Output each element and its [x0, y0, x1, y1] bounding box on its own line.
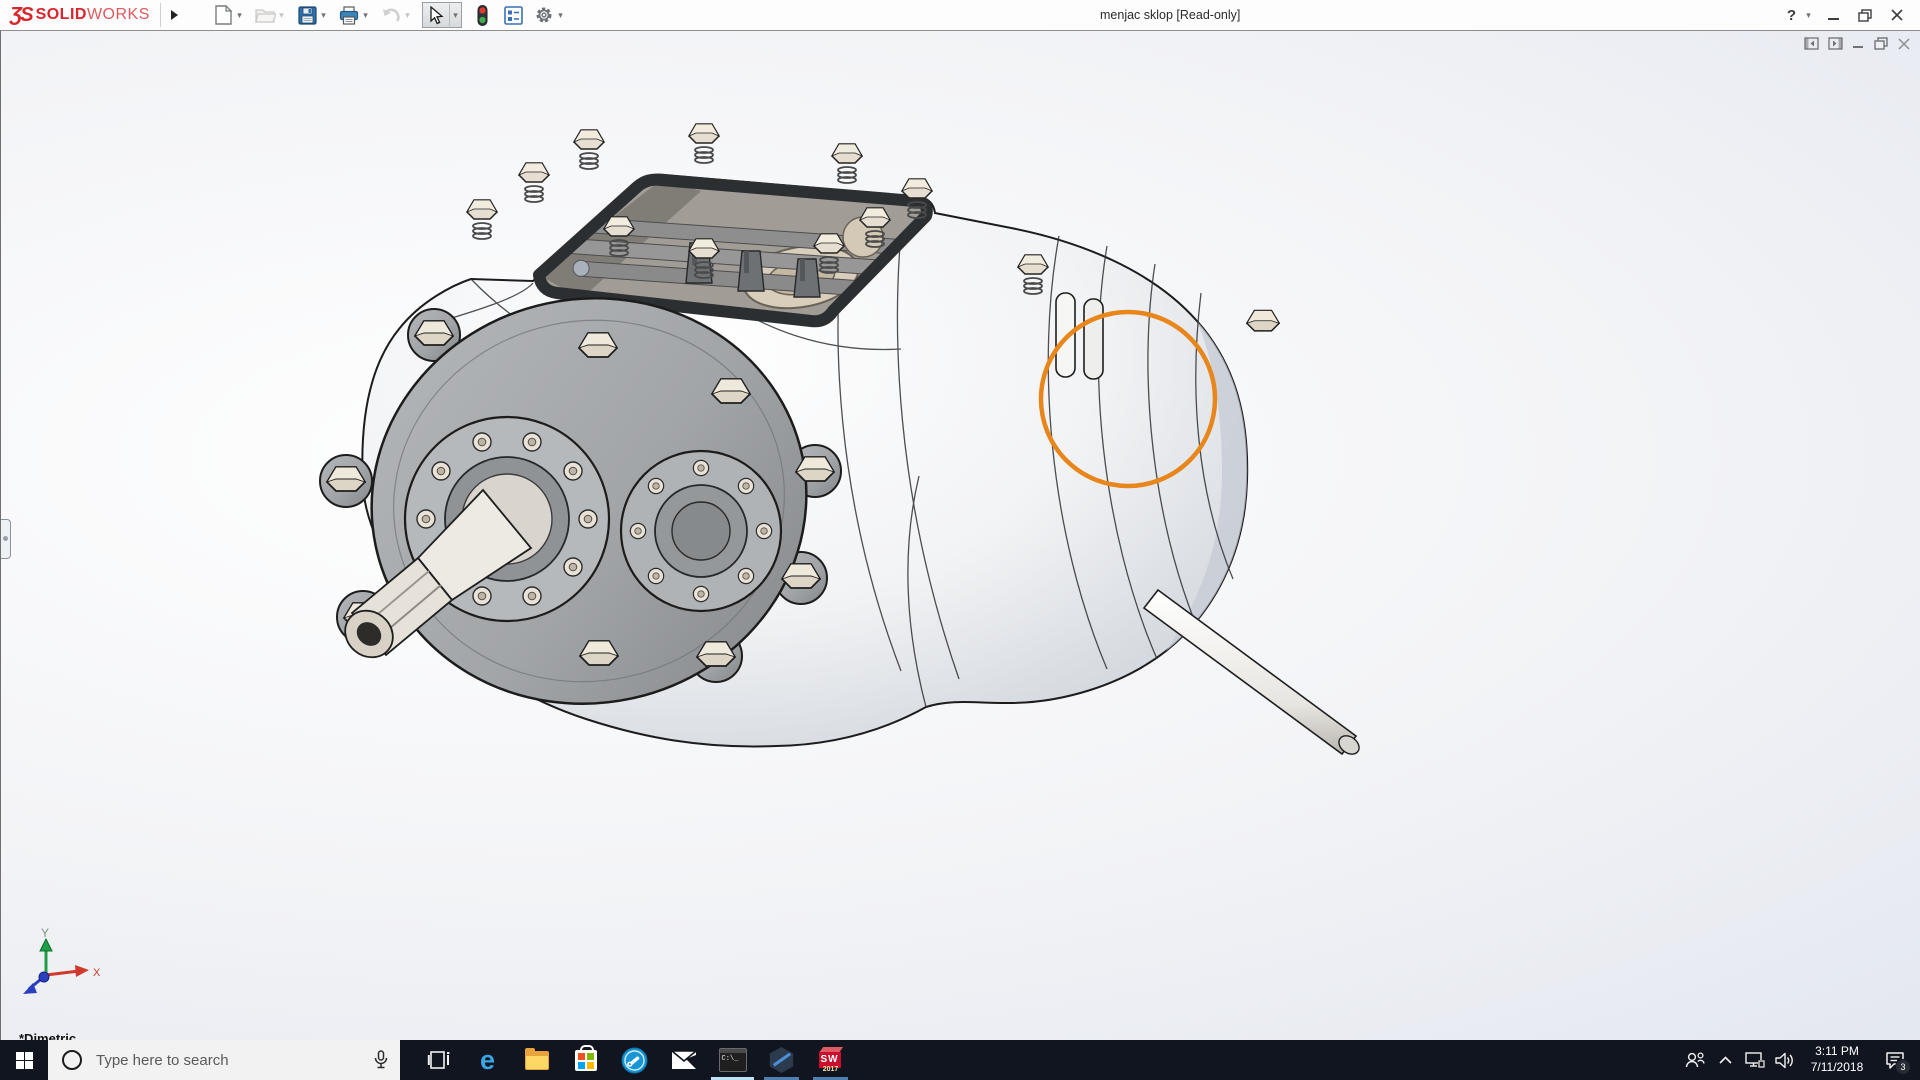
titlebar: ƷS SOLIDWORKS ▾ ▾: [0, 0, 1920, 31]
save-icon: [298, 6, 317, 25]
close-button[interactable]: [1884, 4, 1910, 26]
axis-label-x: X: [93, 967, 101, 979]
store-icon: [575, 1050, 597, 1071]
network-button[interactable]: [1740, 1040, 1770, 1080]
select-cursor-icon: [429, 6, 444, 25]
network-icon: [1745, 1052, 1765, 1069]
people-icon: [1685, 1051, 1705, 1069]
window-controls: ? ▾: [1786, 0, 1910, 30]
window-title: menjac sklop [Read-only]: [1100, 8, 1240, 22]
open-folder-icon: [255, 6, 276, 24]
gear-icon: [534, 5, 554, 25]
quick-access-toolbar: ▾ ▾ ▾: [212, 3, 575, 27]
command-prompt-icon: C:\_: [719, 1048, 747, 1072]
restore-icon: [1858, 9, 1872, 22]
tray-clock[interactable]: 3:11 PM 7/11/2018: [1806, 1044, 1868, 1075]
flyout-arrow-icon: [171, 10, 178, 20]
volume-button[interactable]: [1770, 1040, 1800, 1080]
menu-flyout-button[interactable]: [167, 4, 183, 26]
taskbar-store[interactable]: [561, 1040, 610, 1080]
close-icon: [1891, 9, 1903, 21]
help-dropdown[interactable]: ▾: [1803, 10, 1814, 21]
traffic-light-icon: [477, 5, 488, 26]
select-dropdown[interactable]: ▾: [449, 4, 461, 26]
display-options-button[interactable]: [502, 4, 524, 26]
3d-viewport[interactable]: Y X *Dimetric: [0, 30, 1920, 1040]
input-shaft: [1144, 590, 1356, 754]
windows-logo-icon: [16, 1052, 33, 1069]
restore-button[interactable]: [1852, 4, 1878, 26]
undo-icon: [381, 7, 401, 23]
open-dropdown[interactable]: ▾: [276, 10, 287, 21]
settings-dropdown[interactable]: ▾: [555, 10, 566, 21]
settings-button[interactable]: [533, 4, 555, 26]
taskbar-hexagon-app[interactable]: [757, 1040, 806, 1080]
tray-chevron-button[interactable]: [1710, 1040, 1740, 1080]
file-explorer-icon: [525, 1051, 549, 1070]
mail-icon: [671, 1050, 697, 1070]
cortana-icon: [62, 1050, 82, 1070]
wrench-circle-icon: [621, 1047, 648, 1074]
action-center-button[interactable]: 3: [1878, 1040, 1912, 1080]
undo-dropdown[interactable]: ▾: [402, 10, 413, 21]
solidworks-2017-icon: SW 2017: [819, 1047, 843, 1073]
start-button[interactable]: [0, 1040, 48, 1080]
taskbar-search[interactable]: [48, 1040, 400, 1080]
secondary-bearing-cover: [621, 451, 781, 611]
search-input[interactable]: [94, 1051, 338, 1070]
tray-time: 3:11 PM: [1815, 1044, 1859, 1058]
reference-triad: Y X: [9, 919, 119, 1019]
taskbar-service-app[interactable]: [610, 1040, 659, 1080]
tray-date: 7/11/2018: [1811, 1060, 1864, 1074]
save-dropdown[interactable]: ▾: [318, 10, 329, 21]
logo-text-works: WORKS: [87, 6, 150, 24]
notification-badge: 3: [1895, 1059, 1911, 1075]
chevron-up-icon: [1719, 1056, 1732, 1064]
save-button[interactable]: [296, 4, 318, 26]
new-document-icon: [215, 5, 232, 25]
axis-label-y: Y: [41, 926, 49, 940]
divider: [160, 3, 161, 27]
undo-button[interactable]: [380, 4, 402, 26]
rebuild-traffic-light-button[interactable]: [471, 4, 493, 26]
taskbar-command-prompt[interactable]: C:\_: [708, 1040, 757, 1080]
taskbar-solidworks[interactable]: SW 2017: [806, 1040, 855, 1080]
taskbar-file-explorer[interactable]: [512, 1040, 561, 1080]
solidworks-logo: ƷS SOLIDWORKS: [10, 3, 183, 27]
logo-text-solid: SOLID: [36, 6, 87, 24]
people-button[interactable]: [1680, 1040, 1710, 1080]
gearbox-model: [1, 31, 1920, 1041]
print-icon: [339, 6, 359, 25]
taskbar-mail[interactable]: [659, 1040, 708, 1080]
new-document-button[interactable]: [212, 4, 234, 26]
print-dropdown[interactable]: ▾: [360, 10, 371, 21]
minimize-icon: [1828, 18, 1839, 20]
help-button[interactable]: ?: [1786, 7, 1797, 24]
system-tray: 3:11 PM 7/11/2018 3: [1680, 1040, 1920, 1080]
display-options-icon: [504, 6, 523, 25]
taskbar-apps: e C: [414, 1040, 855, 1080]
open-button[interactable]: [254, 4, 276, 26]
task-view-button[interactable]: [414, 1040, 463, 1080]
hexagon-app-icon: [769, 1047, 795, 1073]
task-view-icon: [427, 1049, 451, 1071]
speaker-icon: [1775, 1052, 1795, 1069]
print-button[interactable]: [338, 4, 360, 26]
minimize-button[interactable]: [1820, 4, 1846, 26]
select-tool-active[interactable]: ▾: [422, 2, 462, 28]
taskbar-edge[interactable]: e: [463, 1040, 512, 1080]
edge-icon: e: [480, 1047, 495, 1074]
microphone-icon[interactable]: [374, 1050, 388, 1074]
new-document-dropdown[interactable]: ▾: [234, 10, 245, 21]
solidworks-logo-glyph: ƷS: [10, 4, 32, 27]
taskbar: e C: [0, 1040, 1920, 1080]
